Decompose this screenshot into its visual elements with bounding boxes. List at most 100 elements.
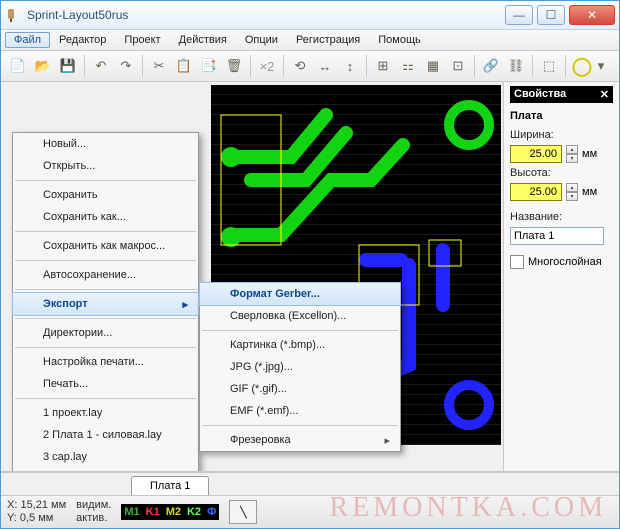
toolbar-button[interactable]: 📄 [7,55,29,77]
submenu-arrow-icon: ▸ [182,298,188,311]
coord-x: X: 15,21 мм [7,499,66,512]
menu-open[interactable]: Открыть... [13,155,198,177]
titlebar[interactable]: Sprint-Layout50rus — ☐ ✕ [1,1,619,30]
export-submenu: Формат Gerber... Сверловка (Excellon)...… [199,282,401,452]
menu-file[interactable]: Файл [5,32,50,48]
menu-directories[interactable]: Директории... [13,322,198,344]
toolbar-button[interactable]: 💾 [57,55,79,77]
toolbar-button[interactable]: ↷ [115,55,137,77]
toolbar-separator [565,55,566,77]
window-title: Sprint-Layout50rus [27,8,501,22]
multilayer-checkbox[interactable] [510,255,524,269]
menu-recent-3[interactable]: 3 cap.lay [13,446,198,468]
canvas[interactable]: Новый... Открыть... Сохранить Сохранить … [1,82,504,471]
toolbar-button[interactable]: 🗑 [223,55,245,77]
name-label: Название: [510,211,613,223]
toolbar-separator [366,55,367,77]
maximize-button[interactable]: ☐ [537,5,565,25]
toolbar-button[interactable]: ⛓ [505,55,527,77]
height-spinner[interactable]: ▴▾ [566,183,578,201]
width-label: Ширина: [510,129,613,141]
toolbar-button[interactable]: ▦ [422,55,444,77]
properties-title: Свойства [514,88,566,101]
toolbar-button[interactable]: ↔ [314,55,336,77]
menu-recent-2[interactable]: 2 Плата 1 - силовая.lay [13,424,198,446]
menu-print[interactable]: Печать... [13,373,198,395]
export-gerber[interactable]: Формат Gerber... [199,282,401,306]
toolbar-button[interactable]: 📑 [198,55,220,77]
width-value[interactable]: 25.00 [510,145,562,163]
menu-savemacro[interactable]: Сохранить как макрос... [13,235,198,257]
menu-actions[interactable]: Действия [170,32,236,48]
export-excellon[interactable]: Сверловка (Excellon)... [200,305,400,327]
layer-state: видим. актив. [76,499,111,525]
toolbar-separator [142,55,143,77]
file-menu-dropdown: Новый... Открыть... Сохранить Сохранить … [12,132,199,471]
minimize-button[interactable]: — [505,5,533,25]
export-milling[interactable]: Фрезеровка ▸ [200,429,400,451]
width-spinner[interactable]: ▴▾ [566,145,578,163]
board-tabs: Плата 1 [1,472,619,495]
toolbar-button[interactable]: ⚏ [397,55,419,77]
toolbar-button[interactable]: 🔗 [480,55,502,77]
menu-saveas[interactable]: Сохранить как... [13,206,198,228]
panel-close-icon[interactable]: ✕ [600,88,609,101]
toolbar-button[interactable]: ↶ [90,55,112,77]
toolbar-button[interactable]: ×2 [256,55,278,77]
layer-indicators[interactable]: M1 K1 M2 K2 Ф [121,504,219,520]
visible-label: видим. [76,499,111,512]
export-gif[interactable]: GIF (*.gif)... [200,378,400,400]
toolbar-button[interactable]: ↕ [339,55,361,77]
properties-header: Свойства ✕ [510,86,613,103]
unit-label: мм [582,186,597,198]
toolbar-button[interactable]: ⟲ [289,55,311,77]
menu-registration[interactable]: Регистрация [287,32,369,48]
zoom-icon[interactable]: ◯ [571,55,593,77]
toolbar-button[interactable]: 📂 [32,55,54,77]
menu-autosave[interactable]: Автосохранение... [13,264,198,286]
export-jpg[interactable]: JPG (*.jpg)... [200,356,400,378]
toolbar-button[interactable]: ⬚ [538,55,560,77]
toolbar-button[interactable]: 📋 [173,55,195,77]
toolbar-button[interactable]: ⊡ [447,55,469,77]
board-name-input[interactable] [510,227,604,245]
menu-editor[interactable]: Редактор [50,32,115,48]
layer-K1[interactable]: K1 [146,506,160,518]
toolbar-button[interactable]: ✂ [148,55,170,77]
menu-project[interactable]: Проект [115,32,169,48]
export-milling-label: Фрезеровка [230,434,291,446]
multilayer-label: Многослойная [528,256,602,268]
height-label: Высота: [510,167,613,179]
toolbar: 📄 📂 💾 ↶ ↷ ✂ 📋 📑 🗑 ×2 ⟲ ↔ ↕ ⊞ ⚏ ▦ ⊡ 🔗 ⛓ ⬚… [1,51,619,82]
menu-printsetup[interactable]: Настройка печати... [13,351,198,373]
layer-Ф[interactable]: Ф [207,506,216,518]
footer: Плата 1 X: 15,21 мм Y: 0,5 мм видим. акт… [1,471,619,528]
menu-export[interactable]: Экспорт ▸ [12,292,199,316]
layer-M2[interactable]: M2 [166,506,181,518]
menu-help[interactable]: Помощь [369,32,430,48]
menu-options[interactable]: Опции [236,32,287,48]
layer-K2[interactable]: K2 [187,506,201,518]
layer-M1[interactable]: M1 [124,506,139,518]
menu-recent-1[interactable]: 1 проект.lay [13,402,198,424]
toolbar-separator [532,55,533,77]
menubar: Файл Редактор Проект Действия Опции Реги… [1,30,619,51]
dropdown-icon[interactable]: ▾ [596,55,606,77]
submenu-arrow-icon: ▸ [384,434,390,447]
height-value[interactable]: 25.00 [510,183,562,201]
tab-board-1[interactable]: Плата 1 [131,476,209,495]
export-bmp[interactable]: Картинка (*.bmp)... [200,334,400,356]
close-button[interactable]: ✕ [569,5,615,25]
menu-export-label: Экспорт [43,298,88,310]
menu-new[interactable]: Новый... [13,133,198,155]
coordinates: X: 15,21 мм Y: 0,5 мм [7,499,66,525]
board-title: Плата [510,107,613,125]
app-icon [5,7,21,23]
toolbar-separator [474,55,475,77]
toolbar-button[interactable]: ⊞ [372,55,394,77]
menu-recent-4[interactable]: 4 33.lay [13,468,198,471]
menu-save[interactable]: Сохранить [13,184,198,206]
export-emf[interactable]: EMF (*.emf)... [200,400,400,422]
toolbar-separator [250,55,251,77]
app-window: Sprint-Layout50rus — ☐ ✕ Файл Редактор П… [0,0,620,529]
